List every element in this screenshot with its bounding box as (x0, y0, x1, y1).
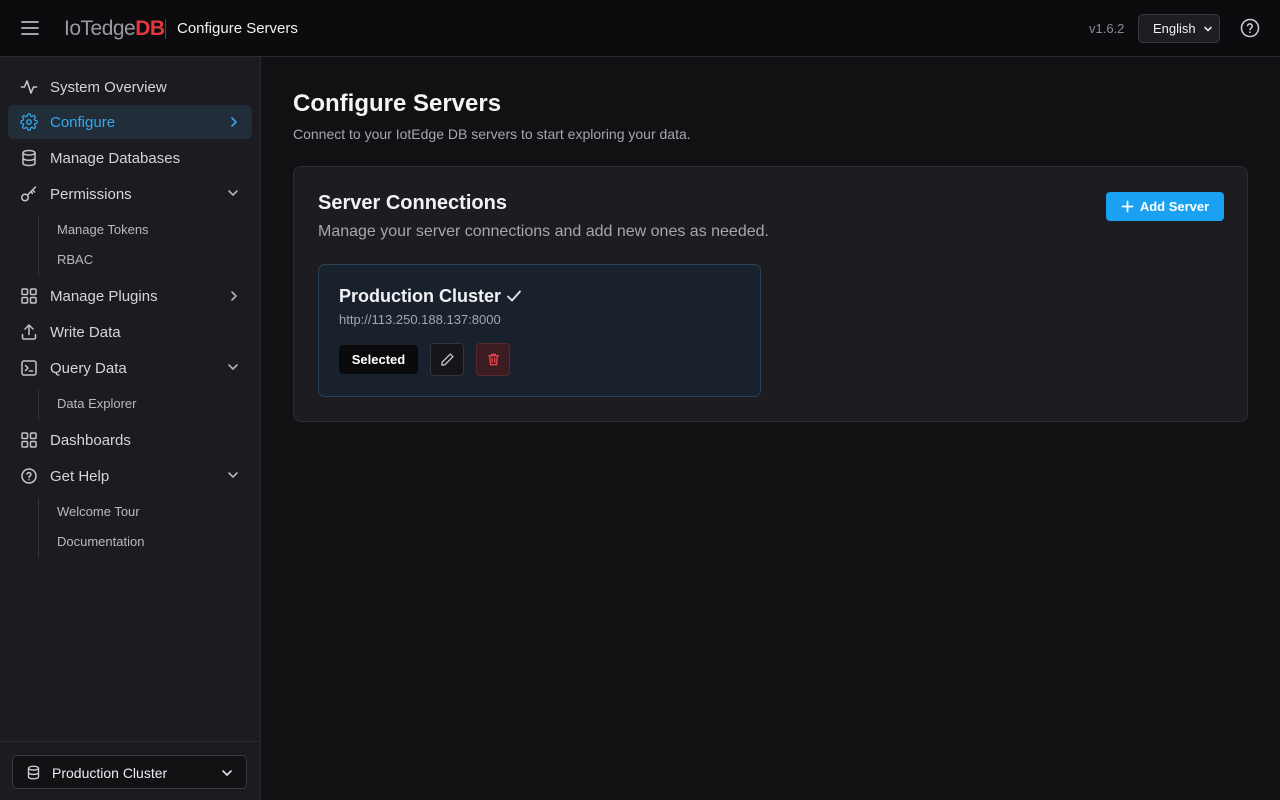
submenu-line (38, 216, 39, 276)
panel-title: Server Connections (318, 192, 507, 214)
logo-text: IoTedge (64, 17, 136, 40)
add-server-label: Add Server (1139, 199, 1210, 214)
sidebar-item-system-overview[interactable]: System Overview (8, 70, 252, 104)
sidebar-item-label: System Overview (50, 79, 167, 96)
sidebar-subitem-documentation[interactable]: Documentation (57, 534, 144, 549)
sidebar-item-label: Dashboards (50, 432, 131, 449)
language-value: English (1153, 21, 1196, 36)
chevron-down-icon (228, 364, 238, 370)
app-logo[interactable]: IoTedgeDB (64, 16, 165, 42)
sidebar-subitem-data-explorer[interactable]: Data Explorer (57, 396, 136, 411)
key-icon (20, 186, 37, 202)
database-icon (27, 765, 40, 780)
version-label: v1.6.2 (1089, 21, 1125, 36)
language-select[interactable]: English (1138, 14, 1220, 43)
database-icon (22, 149, 36, 167)
sidebar-item-label: Get Help (50, 468, 110, 485)
server-connections-panel: Server Connections Manage your server co… (293, 166, 1248, 422)
header-divider (165, 19, 166, 39)
sidebar-item-write-data[interactable]: Write Data (8, 315, 252, 349)
activity-icon (20, 80, 38, 94)
selected-badge: Selected (339, 345, 418, 374)
header-title: Configure Servers (177, 20, 298, 37)
pencil-icon (440, 353, 454, 366)
sidebar-item-label: Configure (50, 114, 116, 131)
chevron-right-icon (231, 117, 237, 127)
chevron-right-icon (231, 291, 237, 301)
sidebar-item-label: Permissions (50, 186, 132, 203)
server-selector-label: Production Cluster (52, 765, 168, 781)
check-icon (507, 290, 521, 302)
edit-server-button[interactable] (430, 343, 464, 376)
terminal-icon (21, 360, 37, 376)
top-header: IoTedgeDB Configure Servers v1.6.2 Engli… (0, 0, 1280, 57)
sidebar-item-query-data[interactable]: Query Data (8, 351, 252, 385)
sidebar-item-label: Manage Databases (50, 150, 181, 167)
sidebar-item-configure[interactable]: Configure (8, 105, 252, 139)
submenu-line (38, 498, 39, 558)
upload-icon (21, 324, 37, 340)
chevron-down-icon (1204, 26, 1212, 32)
sidebar-footer: Production Cluster (0, 741, 260, 800)
server-url: http://113.250.188.137:8000 (339, 312, 501, 327)
chevron-down-icon (228, 190, 238, 196)
hamburger-icon[interactable] (20, 18, 40, 38)
grid-icon (21, 288, 37, 304)
logo-text-db: DB (135, 17, 165, 40)
chevron-down-icon (222, 770, 232, 776)
gear-icon (20, 113, 38, 131)
sidebar-item-get-help[interactable]: Get Help (8, 459, 252, 493)
page-title: Configure Servers (293, 90, 502, 117)
sidebar-item-manage-databases[interactable]: Manage Databases (8, 141, 252, 175)
sidebar-subitem-manage-tokens[interactable]: Manage Tokens (57, 222, 149, 237)
add-server-button[interactable]: Add Server (1106, 192, 1224, 221)
sidebar-subitem-welcome-tour[interactable]: Welcome Tour (57, 504, 140, 519)
help-circle-icon[interactable] (1239, 17, 1261, 39)
help-circle-icon (21, 468, 37, 484)
sidebar-item-dashboards[interactable]: Dashboards (8, 423, 252, 457)
sidebar: System Overview Configure Manage Databas… (0, 57, 261, 800)
delete-server-button[interactable] (476, 343, 510, 376)
panel-subtitle: Manage your server connections and add n… (318, 223, 769, 240)
sidebar-item-permissions[interactable]: Permissions (8, 177, 252, 211)
grid-icon (21, 432, 37, 448)
sidebar-subitem-rbac[interactable]: RBAC (57, 252, 93, 267)
server-name: Production Cluster (339, 286, 502, 306)
chevron-down-icon (228, 472, 238, 478)
server-card[interactable]: Production Cluster http://113.250.188.13… (318, 264, 761, 397)
trash-icon (487, 353, 499, 366)
sidebar-item-label: Manage Plugins (50, 288, 158, 305)
server-selector[interactable]: Production Cluster (12, 755, 247, 789)
sidebar-item-label: Write Data (50, 324, 121, 341)
sidebar-item-label: Query Data (50, 360, 127, 377)
plus-icon (1121, 200, 1134, 213)
page-subtitle: Connect to your IotEdge DB servers to st… (293, 126, 691, 142)
submenu-line (38, 390, 39, 420)
sidebar-item-manage-plugins[interactable]: Manage Plugins (8, 279, 252, 313)
